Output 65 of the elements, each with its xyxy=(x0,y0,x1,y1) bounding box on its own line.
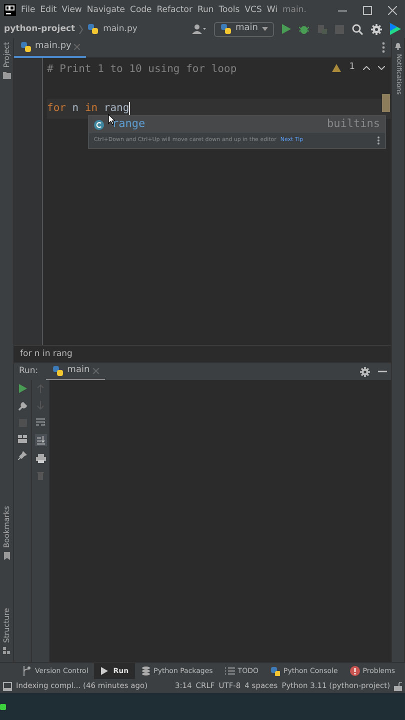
lock-icon[interactable] xyxy=(394,682,402,690)
settings-icon[interactable] xyxy=(360,366,370,376)
maximize-icon[interactable] xyxy=(363,6,372,14)
run-config-dropdown[interactable]: main xyxy=(214,22,274,36)
menu-item[interactable]: View xyxy=(62,4,82,16)
class-icon xyxy=(94,120,104,130)
list-icon xyxy=(224,666,235,676)
completion-item[interactable]: range builtins xyxy=(89,116,385,133)
menu-item[interactable]: Code xyxy=(130,4,152,16)
mouse-cursor-icon xyxy=(108,114,115,125)
python-file-icon xyxy=(87,23,100,35)
text-caret xyxy=(129,102,130,116)
chevron-down-icon[interactable] xyxy=(378,66,385,70)
python-icon xyxy=(52,364,64,376)
chevron-icon xyxy=(79,24,84,34)
folder-icon xyxy=(2,72,10,79)
breadcrumb-item[interactable]: python-project xyxy=(4,22,76,36)
search-icon[interactable] xyxy=(352,24,363,34)
code-line: for n in rang xyxy=(47,100,130,116)
soft-wrap-icon[interactable] xyxy=(36,418,45,426)
menu-item[interactable]: Wi xyxy=(266,4,278,16)
menu-item[interactable]: Edit xyxy=(40,4,57,16)
run-icon xyxy=(100,666,110,676)
bookmark-icon xyxy=(4,552,10,560)
run-icon[interactable] xyxy=(18,384,26,393)
menu-item[interactable]: Run xyxy=(197,4,214,16)
close-icon[interactable] xyxy=(388,6,397,14)
error-icon xyxy=(350,666,360,676)
scrollbar-marker xyxy=(382,94,390,112)
python-icon xyxy=(270,666,280,676)
warning-icon xyxy=(332,64,342,72)
structure-icon xyxy=(3,647,10,654)
taskbar-app-icon[interactable] xyxy=(0,704,6,710)
bell-icon[interactable] xyxy=(394,42,402,50)
caret-icon xyxy=(262,27,268,31)
plugin-logo-icon[interactable] xyxy=(390,23,401,35)
python-file-icon xyxy=(20,40,32,52)
user-icon[interactable] xyxy=(192,24,206,34)
scroll-to-end-icon[interactable] xyxy=(34,434,46,446)
wrench-icon[interactable] xyxy=(18,401,28,411)
panel-toggle-icon[interactable] xyxy=(3,682,12,690)
python-icon xyxy=(220,23,232,35)
bug-icon[interactable] xyxy=(299,24,309,34)
run-label: Run: xyxy=(19,365,38,378)
window-title: main. xyxy=(282,4,306,16)
layers-icon xyxy=(140,666,151,676)
layout-icon[interactable] xyxy=(18,435,27,443)
app-logo-icon xyxy=(4,4,16,16)
run-icon[interactable] xyxy=(282,24,291,34)
code-breadcrumb[interactable]: for n in rang xyxy=(20,348,72,360)
settings-icon[interactable] xyxy=(371,24,382,34)
menu-item[interactable]: Navigate xyxy=(86,4,126,16)
chevron-up-icon[interactable] xyxy=(363,66,370,70)
more-icon[interactable] xyxy=(377,136,380,145)
warning-count: 1 xyxy=(349,61,355,74)
print-icon[interactable] xyxy=(36,454,46,463)
menu-item[interactable]: Refactor xyxy=(156,4,192,16)
menu-item[interactable]: VCS xyxy=(244,4,262,16)
pin-icon[interactable] xyxy=(18,451,27,460)
menu-item[interactable]: Tools xyxy=(218,4,240,16)
code-line: # Print 1 to 10 using for loop xyxy=(47,62,237,77)
menu-item[interactable]: File xyxy=(21,4,36,16)
branch-icon xyxy=(22,666,32,676)
breadcrumb-item[interactable]: main.py xyxy=(103,22,138,36)
more-icon[interactable] xyxy=(382,42,385,53)
